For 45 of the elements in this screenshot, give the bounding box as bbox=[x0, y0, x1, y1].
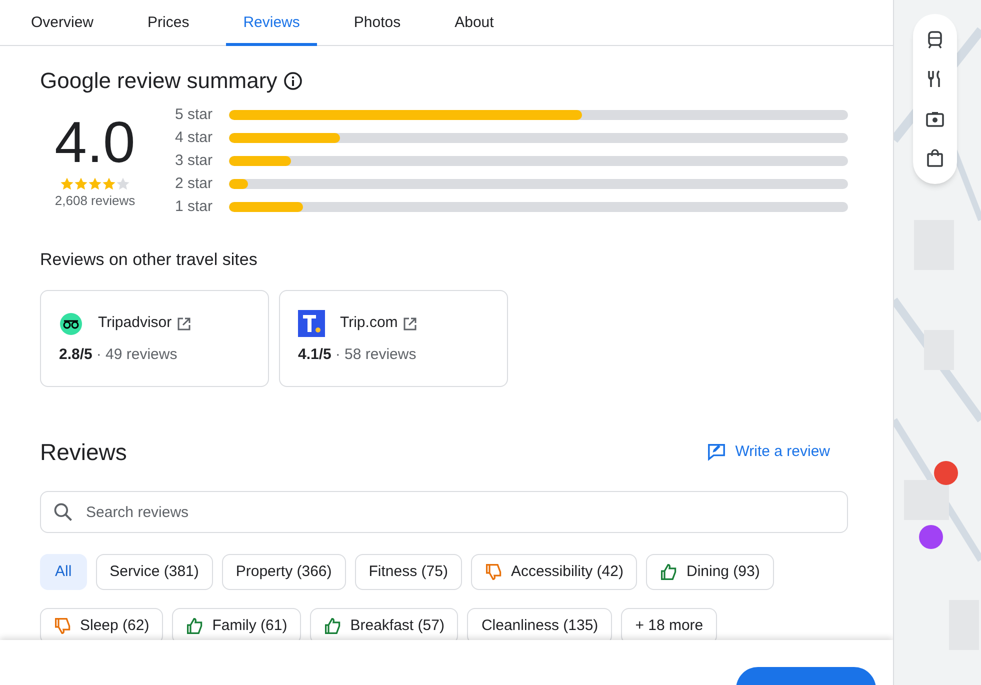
site-link[interactable]: Trip.com bbox=[340, 312, 417, 335]
filter-chip[interactable]: Property (366) bbox=[222, 554, 346, 590]
search-icon bbox=[52, 501, 74, 523]
thumbs-down-icon bbox=[484, 563, 503, 581]
tab[interactable]: Reviews bbox=[226, 0, 317, 46]
write-review-link[interactable]: Write a review bbox=[707, 440, 830, 463]
star-label: 2 star bbox=[175, 174, 214, 194]
site-review-count: · 49 reviews bbox=[96, 344, 178, 364]
site-card[interactable]: Trip.com 4.1/5 · 58 reviews bbox=[279, 290, 508, 386]
tab[interactable]: Photos bbox=[336, 0, 418, 46]
star-label: 4 star bbox=[175, 128, 214, 148]
shopping-bag-icon[interactable] bbox=[925, 148, 945, 168]
info-icon[interactable] bbox=[283, 70, 304, 90]
site-review-count: · 58 reviews bbox=[335, 344, 416, 364]
review-count: 2,608 reviews bbox=[54, 192, 136, 210]
average-rating: 4.0 bbox=[54, 111, 136, 175]
star-label: 1 star bbox=[175, 196, 214, 217]
tab[interactable]: Overview bbox=[14, 0, 111, 46]
site-card[interactable]: Tripadvisor 2.8/5 · 49 reviews bbox=[40, 290, 269, 386]
search-field[interactable]: Search reviews bbox=[40, 491, 848, 533]
star-label: 3 star bbox=[175, 150, 214, 171]
star-label: 5 star bbox=[175, 104, 214, 125]
filter-chip[interactable]: Dining (93) bbox=[646, 554, 774, 590]
tab[interactable]: Prices bbox=[130, 0, 206, 46]
filter-chip[interactable]: Accessibility (42) bbox=[470, 554, 638, 590]
site-score: 2.8/5 bbox=[59, 344, 92, 364]
external-link-icon bbox=[402, 316, 417, 330]
filter-chip[interactable]: All bbox=[40, 554, 87, 590]
tab[interactable]: About bbox=[438, 0, 511, 46]
pencil-icon bbox=[707, 442, 726, 462]
section-title: Google review summary bbox=[40, 67, 278, 95]
thumbs-down-icon bbox=[54, 617, 72, 635]
letter-logo-icon bbox=[298, 310, 325, 337]
thumbs-up-icon bbox=[660, 563, 678, 581]
owl-logo-icon bbox=[59, 312, 83, 336]
filter-chip[interactable]: Fitness (75) bbox=[354, 554, 462, 590]
section-title: Reviews bbox=[40, 438, 127, 466]
site-link[interactable]: Tripadvisor bbox=[98, 312, 191, 335]
filter-chip[interactable]: Service (381) bbox=[96, 554, 213, 590]
train-icon[interactable] bbox=[925, 30, 945, 50]
thumbs-up-icon bbox=[186, 617, 204, 635]
section-title: Reviews on other travel sites bbox=[40, 249, 258, 271]
external-link-icon bbox=[176, 316, 191, 330]
thumbs-up-icon bbox=[324, 617, 342, 635]
site-score: 4.1/5 bbox=[298, 344, 332, 364]
